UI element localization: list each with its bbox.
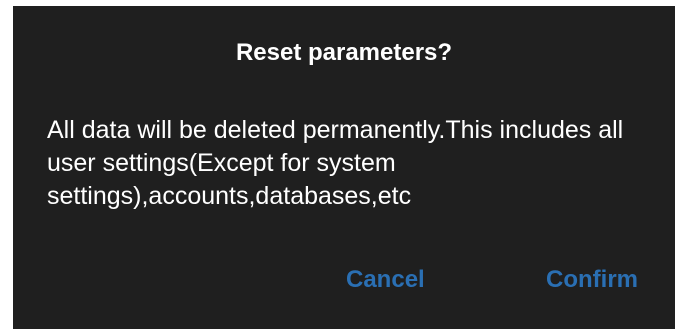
screen: Reset parameters? All data will be delet… xyxy=(0,0,686,335)
dialog-title: Reset parameters? xyxy=(235,39,453,66)
cancel-button[interactable]: Cancel xyxy=(346,260,425,300)
dialog-message: All data will be deleted permanently.Thi… xyxy=(47,116,624,210)
reset-parameters-dialog: Reset parameters? All data will be delet… xyxy=(13,6,675,329)
confirm-button[interactable]: Confirm xyxy=(546,260,638,300)
